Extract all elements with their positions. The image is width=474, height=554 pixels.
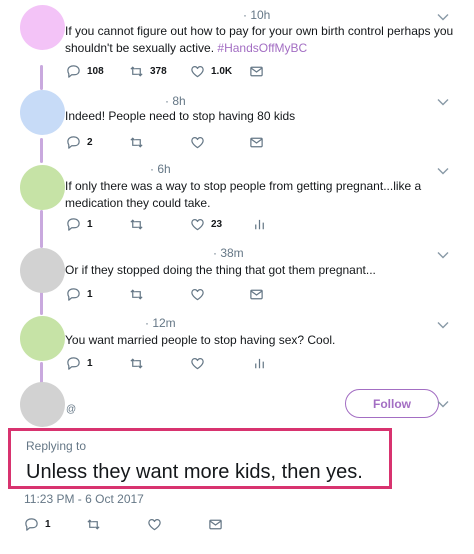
follow-button[interactable]: Follow — [345, 389, 439, 418]
reply-icon — [66, 287, 81, 302]
reply-button[interactable]: 1 — [24, 515, 51, 533]
reply-button[interactable]: 2 — [66, 133, 93, 151]
retweet-button[interactable] — [86, 515, 101, 533]
retweet-icon — [129, 217, 144, 232]
tweet-text: If you cannot figure out how to pay for … — [65, 23, 455, 57]
tweet-time[interactable]: · 6h — [150, 162, 171, 176]
like-button[interactable] — [147, 515, 162, 533]
direct-message-button[interactable] — [208, 515, 223, 533]
like-button[interactable]: 1.0K — [190, 62, 232, 80]
reply-count: 108 — [87, 65, 104, 77]
tweet-time[interactable]: · 10h — [243, 8, 270, 22]
retweet-button[interactable] — [129, 285, 144, 303]
heart-icon — [147, 517, 162, 532]
analytics-button[interactable] — [252, 354, 267, 372]
retweet-icon — [129, 287, 144, 302]
retweet-count: 378 — [150, 65, 167, 77]
chevron-down-icon[interactable] — [436, 95, 450, 109]
tweet-actions: 108 378 1.0K — [66, 62, 316, 80]
direct-message-button[interactable] — [249, 285, 264, 303]
tweet-actions: 1 — [66, 354, 316, 372]
chevron-down-icon[interactable] — [436, 10, 450, 24]
like-button[interactable] — [190, 285, 205, 303]
retweet-icon — [129, 135, 144, 150]
reply-count: 1 — [45, 518, 51, 530]
tweet-text: Indeed! People need to stop having 80 ki… — [65, 109, 296, 123]
envelope-icon — [249, 64, 264, 79]
tweet[interactable]: · 6h If only there was a way to stop peo… — [0, 162, 474, 246]
reply-count: 1 — [87, 218, 93, 230]
reply-button[interactable]: 1 — [66, 354, 93, 372]
retweet-icon — [86, 517, 101, 532]
analytics-icon — [252, 356, 267, 371]
avatar[interactable] — [20, 90, 65, 135]
reply-icon — [66, 217, 81, 232]
hashtag-link[interactable]: #HandsOffMyBC — [217, 41, 307, 55]
like-button[interactable]: 23 — [190, 215, 222, 233]
highlighted-reply-box: Replying to Unless they want more kids, … — [8, 428, 392, 489]
retweet-button[interactable]: 378 — [129, 62, 167, 80]
like-button[interactable] — [190, 354, 205, 372]
heart-icon — [190, 356, 205, 371]
tweet-text: You want married people to stop having s… — [65, 333, 336, 347]
chevron-down-icon[interactable] — [436, 318, 450, 332]
direct-message-button[interactable] — [249, 133, 264, 151]
avatar[interactable] — [20, 248, 65, 293]
envelope-icon — [208, 517, 223, 532]
analytics-icon — [252, 217, 267, 232]
heart-icon — [190, 217, 205, 232]
avatar[interactable] — [20, 5, 65, 50]
analytics-button[interactable] — [252, 215, 267, 233]
tweet-time[interactable]: · 8h — [165, 94, 186, 108]
reply-button[interactable]: 108 — [66, 62, 104, 80]
tweet-text: Or if they stopped doing the thing that … — [65, 263, 376, 277]
direct-message-button[interactable] — [249, 62, 264, 80]
avatar[interactable] — [20, 382, 65, 427]
reply-count: 1 — [87, 288, 93, 300]
avatar[interactable] — [20, 165, 65, 210]
avatar[interactable] — [20, 316, 65, 361]
tweet-timestamp[interactable]: 11:23 PM - 6 Oct 2017 — [24, 492, 144, 506]
tweet-actions: 1 — [24, 515, 264, 533]
retweet-button[interactable] — [129, 215, 144, 233]
tweet-actions: 1 — [66, 285, 316, 303]
like-count: 23 — [211, 218, 223, 230]
reply-button[interactable]: 1 — [66, 215, 93, 233]
reply-icon — [66, 356, 81, 371]
reply-count: 1 — [87, 357, 93, 369]
like-button[interactable] — [190, 133, 205, 151]
heart-icon — [190, 135, 205, 150]
tweet[interactable]: · 8h Indeed! People need to stop having … — [0, 90, 474, 162]
tweet[interactable]: · 38m Or if they stopped doing the thing… — [0, 246, 474, 316]
tweet[interactable]: · 10h If you cannot figure out how to pa… — [0, 0, 474, 90]
chevron-down-icon[interactable] — [436, 164, 450, 178]
retweet-icon — [129, 356, 144, 371]
tweet-time[interactable]: · 38m — [213, 246, 244, 260]
tweet-time[interactable]: · 12m — [145, 316, 176, 330]
reply-icon — [66, 135, 81, 150]
reply-count: 2 — [87, 136, 93, 148]
retweet-button[interactable] — [129, 133, 144, 151]
envelope-icon — [249, 135, 264, 150]
reply-icon — [24, 517, 39, 532]
chevron-down-icon[interactable] — [436, 248, 450, 262]
tweet-text: If only there was a way to stop people f… — [65, 179, 422, 210]
retweet-button[interactable] — [129, 354, 144, 372]
like-count: 1.0K — [211, 65, 233, 77]
tweet-actions: 2 — [66, 133, 316, 151]
tweet-actions: 1 23 — [66, 215, 316, 233]
heart-icon — [190, 64, 205, 79]
heart-icon — [190, 287, 205, 302]
reply-icon — [66, 64, 81, 79]
tweet[interactable]: · 12m You want married people to stop ha… — [0, 316, 474, 382]
user-handle[interactable]: @ — [66, 404, 76, 415]
replying-to-label: Replying to — [26, 439, 87, 453]
reply-button[interactable]: 1 — [66, 285, 93, 303]
retweet-icon — [129, 64, 144, 79]
envelope-icon — [249, 287, 264, 302]
chevron-down-icon[interactable] — [436, 397, 450, 411]
focused-tweet-text: Unless they want more kids, then yes. — [26, 461, 363, 483]
